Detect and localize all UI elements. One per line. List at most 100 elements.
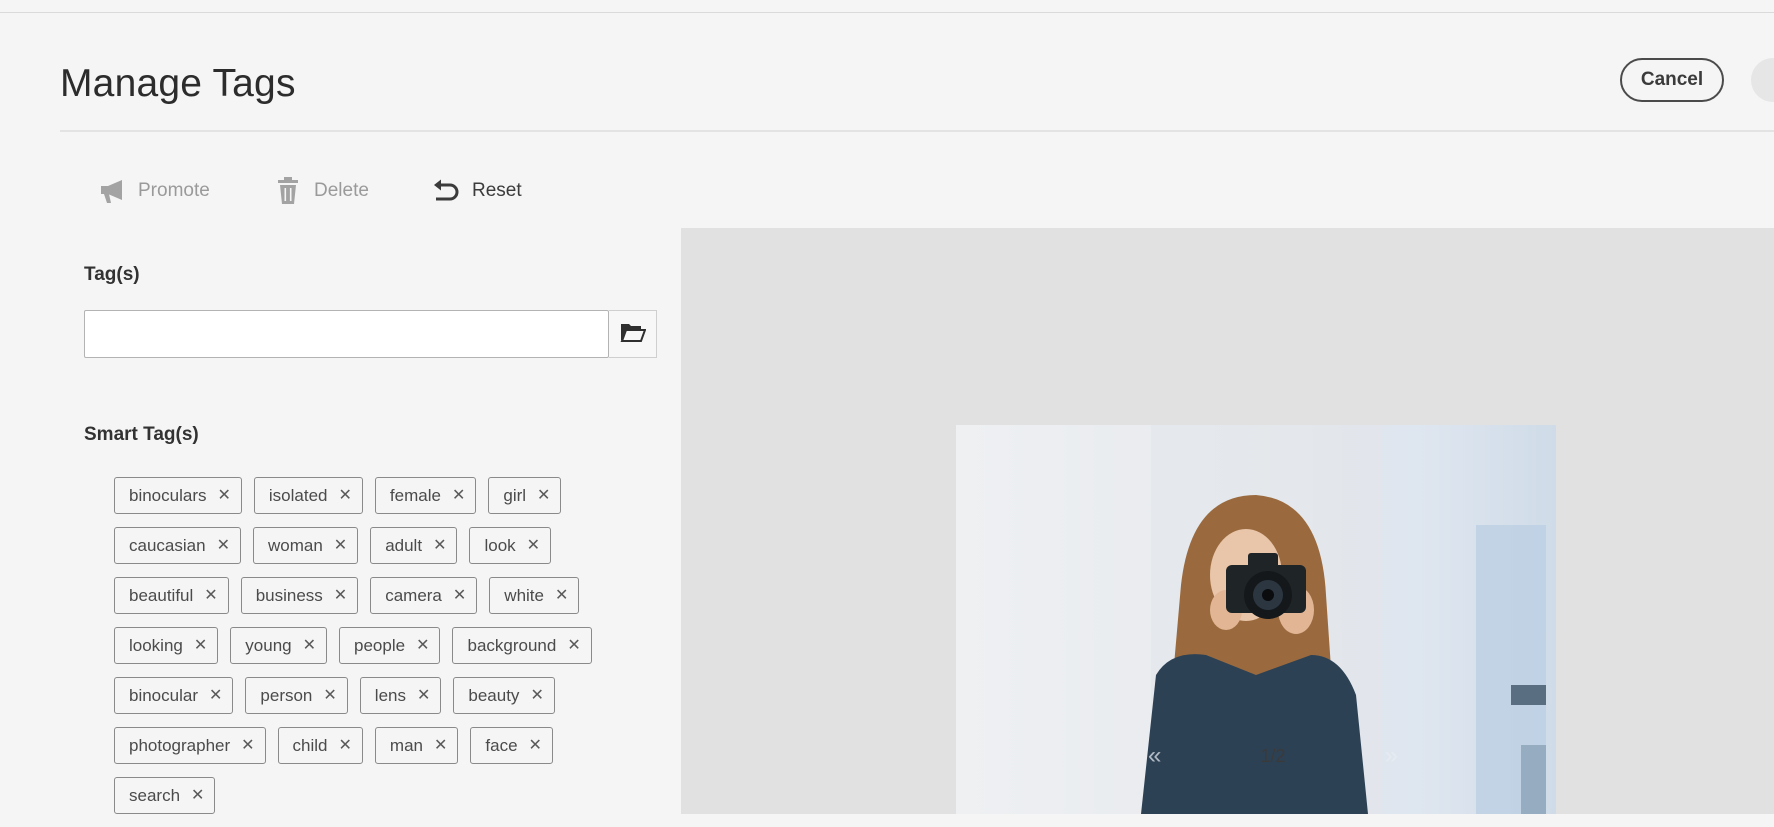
smart-tag-label: white [504,585,544,605]
smart-tag: face ✕ [470,727,553,764]
reset-button[interactable]: Reset [432,176,522,206]
smart-tag-label: man [389,735,423,755]
remove-tag-icon[interactable]: ✕ [527,537,540,554]
promote-label: Promote [138,180,210,201]
smart-tag: camera ✕ [370,577,478,614]
smart-tag-label: adult [385,535,423,555]
smart-tags-row: beautiful ✕ business ✕ camera ✕ white ✕ [114,577,654,614]
cancel-button[interactable]: Cancel [1620,58,1724,102]
smart-tag: binoculars ✕ [114,477,242,514]
smart-tag: white ✕ [489,577,580,614]
remove-tag-icon[interactable]: ✕ [209,687,222,704]
smart-tag: person ✕ [245,677,348,714]
smart-tag: business ✕ [240,577,359,614]
smart-tag: beauty ✕ [453,677,555,714]
remove-tag-icon[interactable]: ✕ [434,737,447,754]
remove-tag-icon[interactable]: ✕ [241,737,254,754]
smart-tag-label: beauty [468,685,520,705]
remove-tag-icon[interactable]: ✕ [530,687,543,704]
smart-tag-label: face [485,735,518,755]
remove-tag-icon[interactable]: ✕ [417,687,430,704]
remove-tag-icon[interactable]: ✕ [339,737,352,754]
delete-button[interactable]: Delete [274,176,369,206]
smart-tag-label: girl [503,485,527,505]
remove-tag-icon[interactable]: ✕ [218,487,231,504]
megaphone-icon [98,177,126,205]
smart-tag-label: background [467,635,557,655]
remove-tag-icon[interactable]: ✕ [567,637,580,654]
smart-tag: search ✕ [114,777,216,814]
remove-tag-icon[interactable]: ✕ [303,637,316,654]
remove-tag-icon[interactable]: ✕ [453,587,466,604]
remove-tag-icon[interactable]: ✕ [204,587,217,604]
smart-tag-label: look [484,535,516,555]
save-button[interactable] [1751,58,1774,102]
smart-tag-label: isolated [268,485,328,505]
remove-tag-icon[interactable]: ✕ [529,737,542,754]
remove-tag-icon[interactable]: ✕ [416,637,429,654]
smart-tag-label: female [389,485,441,505]
reset-label: Reset [472,180,522,201]
smart-tag-label: business [255,585,323,605]
smart-tag: girl ✕ [488,477,562,514]
tags-label: Tag(s) [84,264,140,285]
browse-tags-button[interactable] [609,310,657,358]
smart-tag-label: lens [374,685,406,705]
preview-pager: « 1/2 » [1148,741,1398,771]
remove-tag-icon[interactable]: ✕ [339,487,352,504]
remove-tag-icon[interactable]: ✕ [433,537,446,554]
remove-tag-icon[interactable]: ✕ [334,587,347,604]
smart-tags-list: binoculars ✕ isolated ✕ female ✕ girl ✕ caucasia… [114,477,654,827]
remove-tag-icon[interactable]: ✕ [452,487,465,504]
smart-tag: female ✕ [374,477,477,514]
smart-tag: man ✕ [374,727,459,764]
header-divider [60,130,1774,132]
smart-tags-row: binoculars ✕ isolated ✕ female ✕ girl ✕ [114,477,654,514]
smart-tags-row: caucasian ✕ woman ✕ adult ✕ look ✕ [114,527,654,564]
smart-tag-label: photographer [129,735,231,755]
smart-tags-row: looking ✕ young ✕ people ✕ background ✕ [114,627,654,664]
asset-preview: « 1/2 » [681,228,1774,814]
remove-tag-icon[interactable]: ✕ [555,587,568,604]
smart-tags-label: Smart Tag(s) [84,424,199,445]
remove-tag-icon[interactable]: ✕ [537,487,550,504]
folder-open-icon [620,322,646,347]
trash-icon [274,177,302,205]
smart-tag: binocular ✕ [114,677,234,714]
smart-tag-label: person [260,685,313,705]
tags-input[interactable] [84,310,609,358]
smart-tag: caucasian ✕ [114,527,241,564]
smart-tag-label: beautiful [129,585,194,605]
promote-button[interactable]: Promote [98,176,210,206]
smart-tag: photographer ✕ [114,727,266,764]
smart-tag-label: search [129,785,181,805]
remove-tag-icon[interactable]: ✕ [334,537,347,554]
top-divider [0,12,1774,13]
smart-tag-label: young [245,635,292,655]
smart-tag-label: binoculars [129,485,207,505]
double-chevron-left-icon[interactable]: « [1148,742,1161,770]
undo-icon [432,177,460,205]
double-chevron-right-icon[interactable]: » [1385,742,1398,770]
smart-tags-row: photographer ✕ child ✕ man ✕ face ✕ [114,727,654,764]
smart-tag: young ✕ [230,627,328,664]
page-title: Manage Tags [60,62,296,105]
smart-tag: adult ✕ [370,527,458,564]
smart-tag-label: looking [129,635,183,655]
smart-tag: beautiful ✕ [114,577,229,614]
remove-tag-icon[interactable]: ✕ [191,787,204,804]
remove-tag-icon[interactable]: ✕ [217,537,230,554]
smart-tags-row: binocular ✕ person ✕ lens ✕ beauty ✕ [114,677,654,714]
smart-tag-label: child [292,735,328,755]
smart-tag: looking ✕ [114,627,219,664]
smart-tags-row: search ✕ [114,777,654,814]
remove-tag-icon[interactable]: ✕ [323,687,336,704]
smart-tag: people ✕ [339,627,441,664]
delete-label: Delete [314,180,369,201]
page-indicator: 1/2 [1260,745,1286,766]
smart-tag-label: people [354,635,406,655]
smart-tag: background ✕ [452,627,592,664]
smart-tag: isolated ✕ [253,477,363,514]
remove-tag-icon[interactable]: ✕ [194,637,207,654]
smart-tag: look ✕ [469,527,552,564]
